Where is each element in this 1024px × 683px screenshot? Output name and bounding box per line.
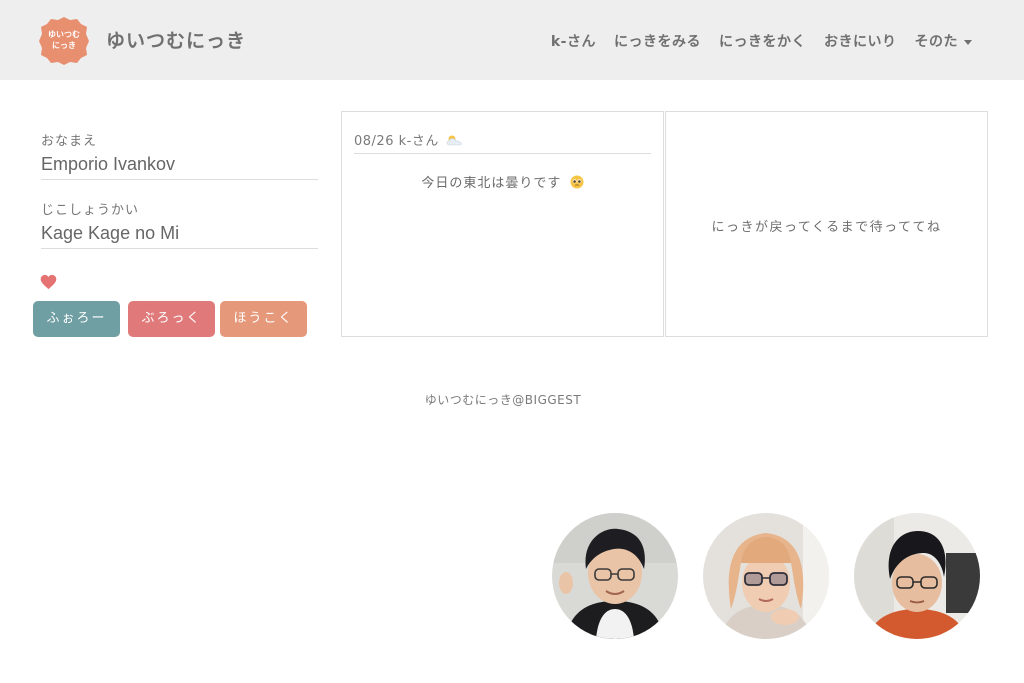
person-avatar-icon — [854, 513, 980, 639]
empty-message: にっきが戻ってくるまで待っててね — [711, 220, 942, 235]
logo-text-line1: ゆいつむ — [48, 30, 80, 39]
nav-item-other-dropdown[interactable]: そのた — [914, 31, 972, 51]
video-avatar-2[interactable] — [703, 513, 829, 639]
nav-menu: k-さん にっきをみる にっきをかく おきにいり そのた — [533, 31, 972, 51]
diary-author: k-さん — [398, 134, 439, 149]
logo-text-line2: にっき — [52, 41, 76, 50]
heart-icon[interactable] — [40, 274, 57, 290]
video-avatar-1[interactable] — [552, 513, 678, 639]
site-title[interactable]: ゆいつむにっき — [106, 26, 246, 53]
video-avatar-3[interactable] — [854, 513, 980, 639]
logo[interactable]: ゆいつむ にっき — [39, 16, 89, 66]
chevron-down-icon — [964, 39, 972, 45]
diary-card[interactable]: 08/26 k-さん 今日の東北は曇りです — [341, 111, 664, 337]
nav-item-view-diary[interactable]: にっきをみる — [614, 31, 701, 51]
name-value: Emporio Ivankov — [41, 154, 318, 180]
block-button[interactable]: ぶろっく — [128, 301, 215, 337]
bio-label: じこしょうかい — [41, 203, 140, 218]
nav-item-favorites[interactable]: おきにいり — [824, 31, 897, 51]
diary-date: 08/26 — [354, 134, 394, 149]
nav-item-user[interactable]: k-さん — [551, 31, 596, 51]
top-navbar: ゆいつむ にっき ゆいつむにっき k-さん にっきをみる にっきをかく おきにい… — [0, 0, 1024, 80]
footer-text: ゆいつむにっき@BIGGEST — [424, 393, 582, 407]
diary-body: 今日の東北は曇りです — [342, 172, 663, 191]
person-avatar-icon — [703, 513, 829, 639]
name-label: おなまえ — [41, 134, 98, 149]
nav-item-write-diary[interactable]: にっきをかく — [719, 31, 806, 51]
nav-item-other-label: そのた — [914, 34, 958, 50]
logo-text: ゆいつむ にっき — [39, 29, 89, 51]
sun-behind-cloud-icon — [447, 135, 463, 146]
pleading-face-icon — [570, 175, 584, 189]
diary-body-text: 今日の東北は曇りです — [421, 176, 562, 191]
follow-button[interactable]: ふぉろー — [33, 301, 120, 337]
empty-diary-card: にっきが戻ってくるまで待っててね — [665, 111, 988, 337]
person-avatar-icon — [552, 513, 678, 639]
report-button[interactable]: ほうこく — [220, 301, 307, 337]
bio-value: Kage Kage no Mi — [41, 223, 318, 249]
diary-card-header: 08/26 k-さん — [354, 130, 651, 154]
